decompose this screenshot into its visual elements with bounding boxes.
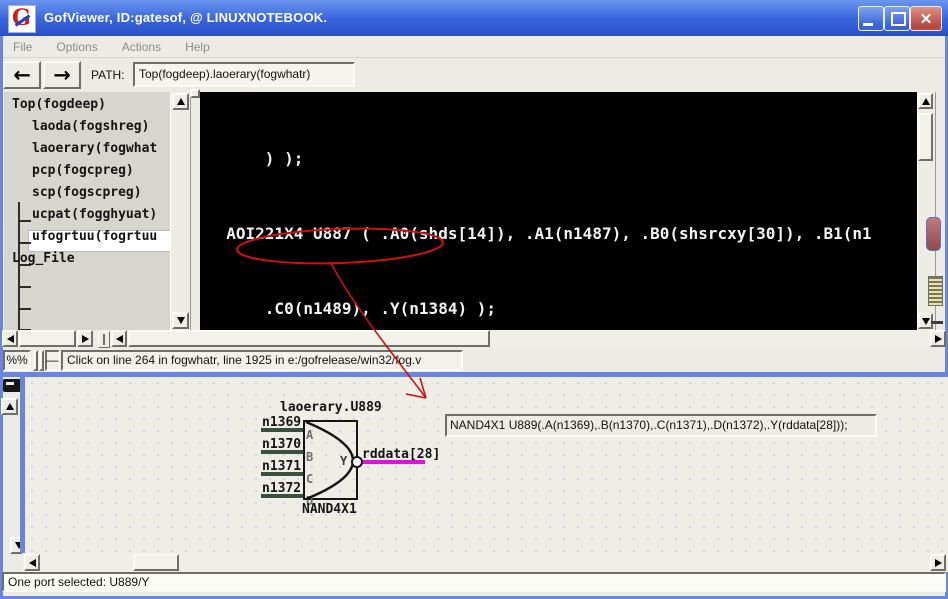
gofviewer-window: G GofViewer, ID:gatesof, @ LINUXNOTEBOOK… xyxy=(0,0,948,599)
tree-hscroll-thumb[interactable] xyxy=(19,330,76,347)
tree-scroll-left-button[interactable] xyxy=(2,330,18,347)
schematic-scroll-right-button[interactable] xyxy=(930,554,946,571)
output-net-label[interactable]: rddata[28] xyxy=(362,447,440,462)
down-arrow-icon xyxy=(176,317,185,324)
schematic-scroll-left-button[interactable] xyxy=(24,554,40,571)
status-ridge xyxy=(33,350,38,371)
minimize-icon xyxy=(863,23,873,26)
instance-title[interactable]: laoerary.U889 xyxy=(280,400,382,415)
menu-file[interactable]: File xyxy=(13,40,32,54)
left-arrow-icon xyxy=(28,558,36,567)
tree-scroll-down-button[interactable] xyxy=(172,312,189,329)
tree-connector xyxy=(20,286,31,288)
code-status-message: Click on line 264 in fogwhatr, line 1925… xyxy=(61,350,463,371)
close-button[interactable]: ✕ xyxy=(910,6,942,31)
schematic-hscroll-thumb[interactable] xyxy=(133,554,179,571)
schematic-hscrollbar[interactable] xyxy=(22,553,948,572)
path-label: PATH: xyxy=(91,68,125,82)
right-arrow-icon xyxy=(934,334,942,343)
port-letter-y[interactable]: Y xyxy=(340,454,347,468)
schematic-canvas[interactable] xyxy=(25,377,948,553)
hscroll-sash-handle[interactable] xyxy=(98,331,110,348)
tree-connector xyxy=(20,242,31,244)
code-line[interactable]: ) ); xyxy=(207,146,872,171)
input-wire-c[interactable] xyxy=(261,472,304,476)
right-grip-handle[interactable] xyxy=(928,276,943,306)
up-arrow-icon xyxy=(5,403,14,410)
tree-vscrollbar[interactable] xyxy=(170,92,191,331)
menu-bar: File Options Actions Help xyxy=(3,36,945,58)
window-title: GofViewer, ID:gatesof, @ LINUXNOTEBOOK. xyxy=(44,10,328,25)
title-bar[interactable]: G GofViewer, ID:gatesof, @ LINUXNOTEBOOK… xyxy=(0,0,948,36)
tree-connector xyxy=(20,220,31,222)
input-wire-d[interactable] xyxy=(261,494,304,498)
tree-hscrollbar[interactable] xyxy=(2,330,93,347)
status-dash-handle[interactable]: — xyxy=(45,350,60,371)
tree-item-laoerary[interactable]: laoerary(fogwhat xyxy=(32,141,157,156)
back-arrow-icon: ← xyxy=(13,63,31,87)
left-arrow-icon xyxy=(115,334,123,343)
code-vscroll-thumb[interactable] xyxy=(918,113,933,161)
instance-detail-box[interactable]: NAND4X1 U889(.A(n1369),.B(n1370),.C(n137… xyxy=(445,414,877,437)
status-ridge xyxy=(39,350,44,371)
input-wire-b[interactable] xyxy=(261,450,304,454)
nav-toolbar: ← → PATH: Top(fogdeep).laoerary(fogwhatr… xyxy=(3,58,945,92)
right-arrow-icon xyxy=(81,334,89,343)
code-line[interactable]: .C0(n1489), .Y(n1384) ); xyxy=(207,296,872,321)
tree-item-ucpat[interactable]: ucpat(fogghyuat) xyxy=(32,207,157,222)
app-icon[interactable]: G xyxy=(8,5,36,33)
sash-grip-icon xyxy=(103,334,105,345)
maximize-button[interactable] xyxy=(884,6,910,31)
up-arrow-icon xyxy=(176,98,185,105)
gate-type-label[interactable]: NAND4X1 xyxy=(302,502,357,517)
down-arrow-icon xyxy=(921,317,930,325)
maximize-icon xyxy=(891,12,906,26)
tree-item-logfile[interactable]: Log_File xyxy=(12,251,75,266)
left-arrow-icon xyxy=(6,334,14,343)
tree-connector xyxy=(20,308,31,310)
tree-item-top[interactable]: Top(fogdeep) xyxy=(12,97,106,112)
right-arrow-icon xyxy=(934,558,942,567)
code-line[interactable]: AOI221X4 U887 ( .A0(shds[14]), .A1(n1487… xyxy=(207,221,871,246)
port-letter-c[interactable]: C xyxy=(306,472,313,486)
menu-actions[interactable]: Actions xyxy=(122,40,161,54)
forward-arrow-icon: → xyxy=(53,63,71,87)
menu-help[interactable]: Help xyxy=(185,40,210,54)
selection-status-message: One port selected: U889/Y xyxy=(2,572,946,592)
code-scroll-right-button[interactable] xyxy=(930,330,946,347)
right-dash-handle[interactable] xyxy=(931,321,943,324)
tree-scroll-right-button[interactable] xyxy=(77,330,93,347)
code-scroll-up-button[interactable] xyxy=(918,93,933,109)
tree-item-pcp[interactable]: pcp(fogcpreg) xyxy=(32,163,134,178)
tree-scroll-up-button[interactable] xyxy=(172,93,189,110)
input-wire-a[interactable] xyxy=(261,428,304,432)
snapshot-icon[interactable] xyxy=(3,379,21,392)
pane-sash-nub[interactable] xyxy=(190,89,200,98)
tree-item-ufogrtuu[interactable]: ufogrtuu(fogrtuu xyxy=(32,229,157,244)
right-sash-handle[interactable] xyxy=(926,217,941,251)
tree-item-laoda[interactable]: laoda(fogshreg) xyxy=(32,119,149,134)
path-input[interactable]: Top(fogdeep).laoerary(fogwhatr) xyxy=(133,62,355,87)
schematic-scroll-up-button[interactable] xyxy=(1,398,18,415)
menu-options[interactable]: Options xyxy=(56,40,97,54)
up-arrow-icon xyxy=(921,97,930,105)
minimize-button[interactable] xyxy=(858,6,884,31)
code-scroll-left-button[interactable] xyxy=(111,330,127,347)
netlist-code-text: ) ); AOI221X4 U887 ( .A0(shds[14]), .A1(… xyxy=(207,96,872,330)
hierarchy-tree: Top(fogdeep) laoda(fogshreg) laoerary(fo… xyxy=(4,92,170,330)
forward-button[interactable]: → xyxy=(43,61,81,89)
close-icon: ✕ xyxy=(919,10,933,28)
back-button[interactable]: ← xyxy=(3,61,41,89)
netlist-code-view[interactable]: ) ); AOI221X4 U887 ( .A0(shds[14]), .A1(… xyxy=(200,92,917,330)
port-letter-a[interactable]: A xyxy=(306,428,313,442)
scroll-percent-indicator: %% xyxy=(3,350,31,371)
port-letter-b[interactable]: B xyxy=(306,450,313,464)
code-hscrollbar[interactable] xyxy=(111,330,946,347)
tree-item-scp[interactable]: scp(fogscpreg) xyxy=(32,185,142,200)
code-hscroll-thumb[interactable] xyxy=(128,330,490,347)
